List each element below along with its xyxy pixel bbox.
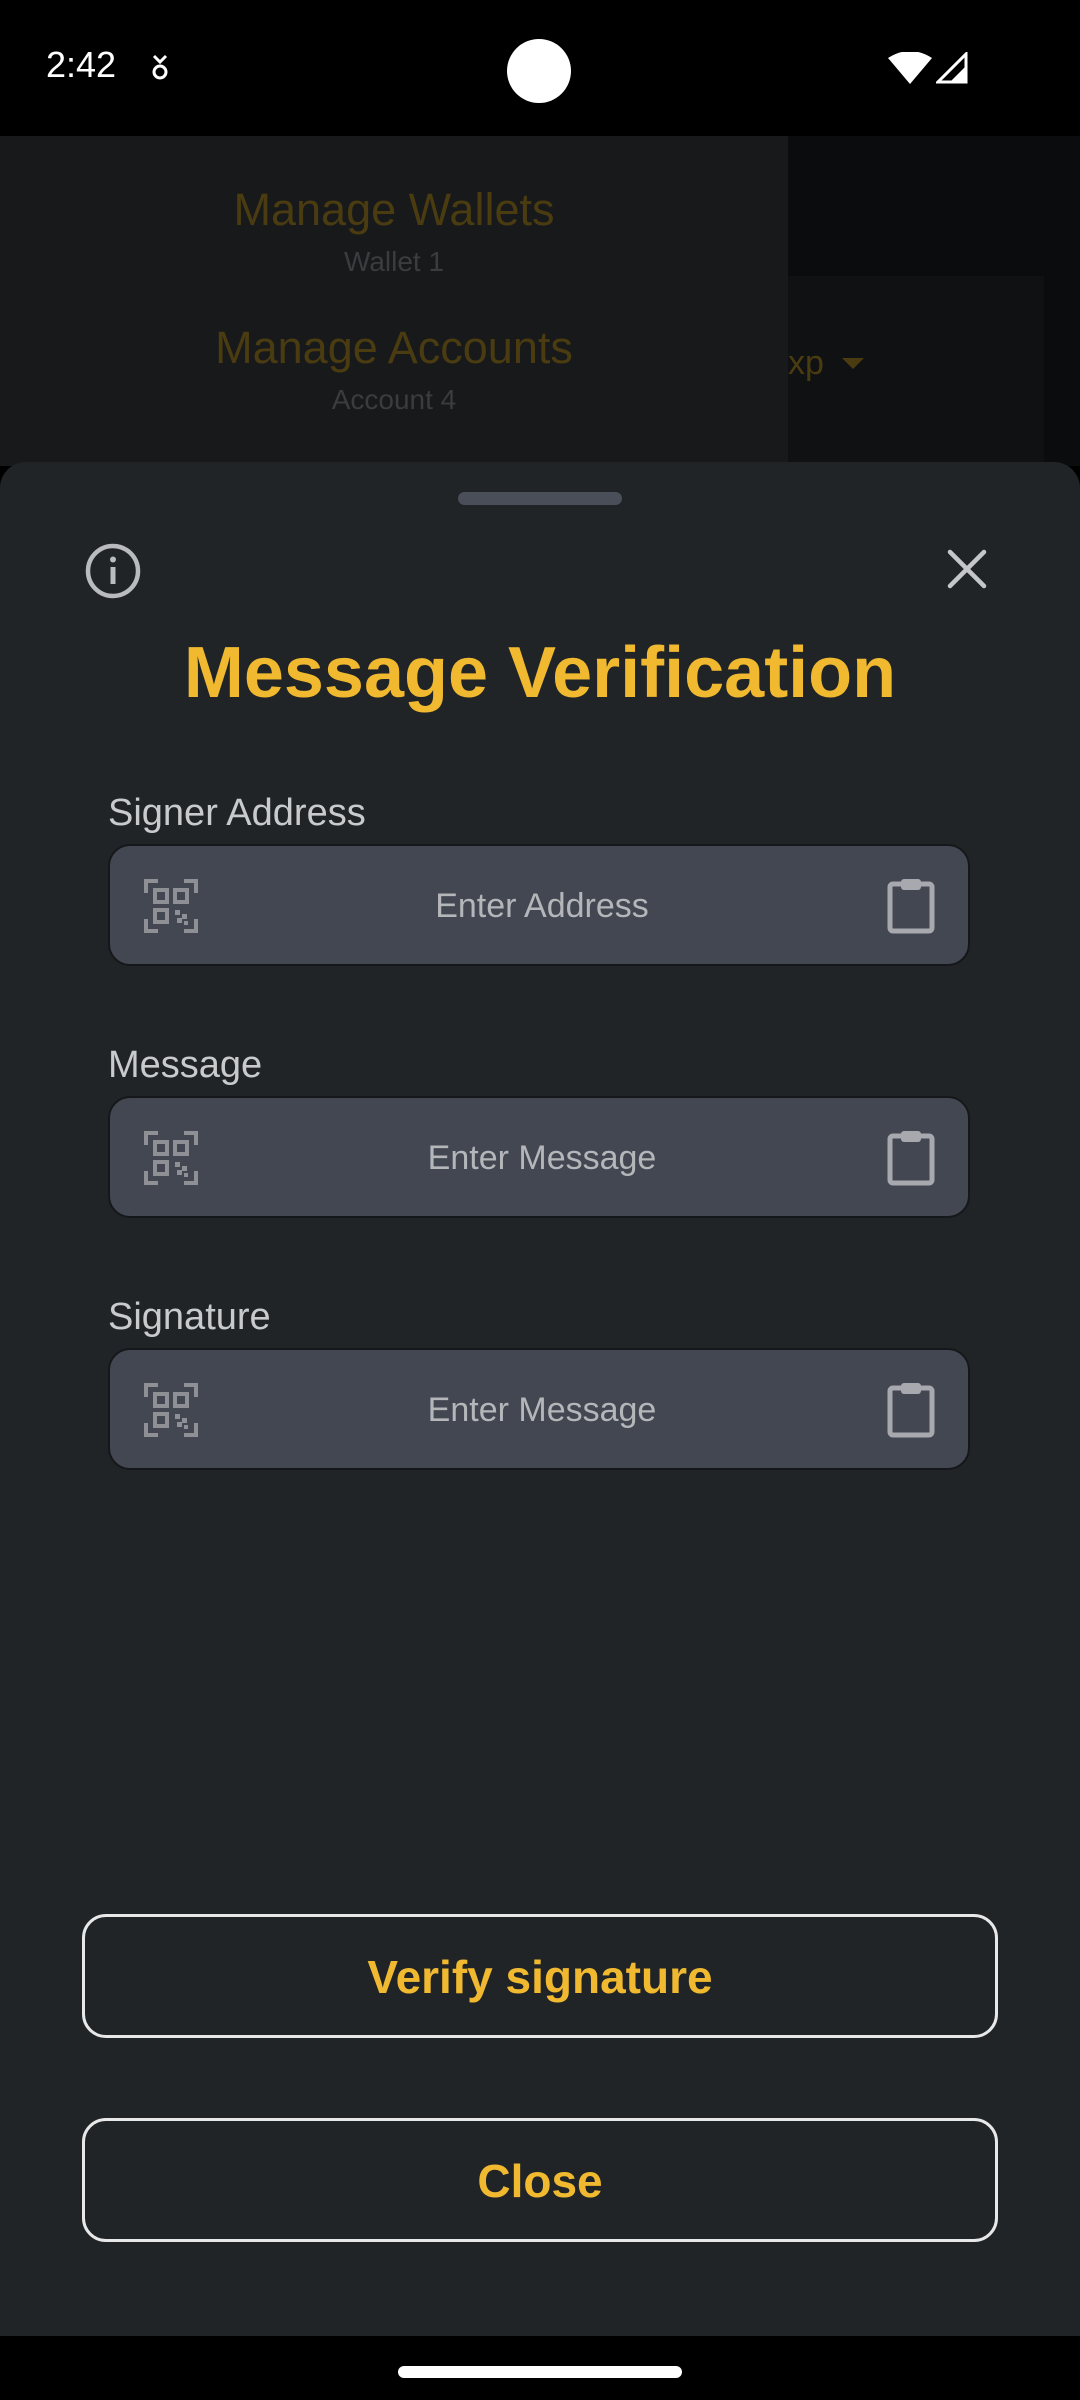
signer-address-input[interactable] [230,846,854,966]
message-verification-sheet: Message Verification Signer Address Ente… [0,462,1080,2336]
clipboard-icon[interactable] [886,1128,936,1186]
wifi-icon [888,52,932,84]
sheet-title: Message Verification [183,633,897,713]
manage-accounts-subtitle: Account 4 [331,384,457,415]
manage-accounts-title: Manage Accounts [215,322,573,373]
close-icon[interactable] [940,542,994,596]
background-app: Manage Wallets Wallet 1 Manage Accounts … [0,136,1080,466]
camera-cutout [507,39,571,103]
home-indicator[interactable] [398,2366,682,2378]
qr-code-scan-icon[interactable] [144,1383,198,1437]
close-button[interactable]: Close [82,2118,998,2242]
status-time: 2:42 [46,44,117,85]
message-input[interactable] [230,1098,854,1218]
clipboard-icon[interactable] [886,1380,936,1438]
background-card [788,276,1044,466]
cellular-signal-icon [936,52,968,84]
signer-address-label: Signer Address [108,792,366,834]
message-label: Message [108,1044,263,1086]
background-card-text: xp [788,344,824,382]
drag-handle[interactable] [458,492,622,505]
signature-field [108,1348,970,1470]
manage-wallets-title: Manage Wallets [233,184,555,235]
screen: 2:42 Manage Wallets Wallet 1 Manage Acco… [0,0,1080,2400]
message-field [108,1096,970,1218]
background-drawer: Manage Wallets Wallet 1 Manage Accounts … [0,136,788,466]
chevron-down-icon [842,358,864,369]
info-circle-icon[interactable] [84,542,142,600]
clipboard-icon[interactable] [886,876,936,934]
signer-address-field [108,844,970,966]
manage-wallets-subtitle: Wallet 1 [343,246,445,277]
signature-label: Signature [108,1296,271,1338]
signature-input[interactable] [230,1350,854,1470]
qr-code-scan-icon[interactable] [144,879,198,933]
qr-code-scan-icon[interactable] [144,1131,198,1185]
status-bar: 2:42 [0,0,1080,136]
notification-icon [152,54,168,80]
verify-signature-button[interactable]: Verify signature [82,1914,998,2038]
navigation-bar [0,2336,1080,2400]
